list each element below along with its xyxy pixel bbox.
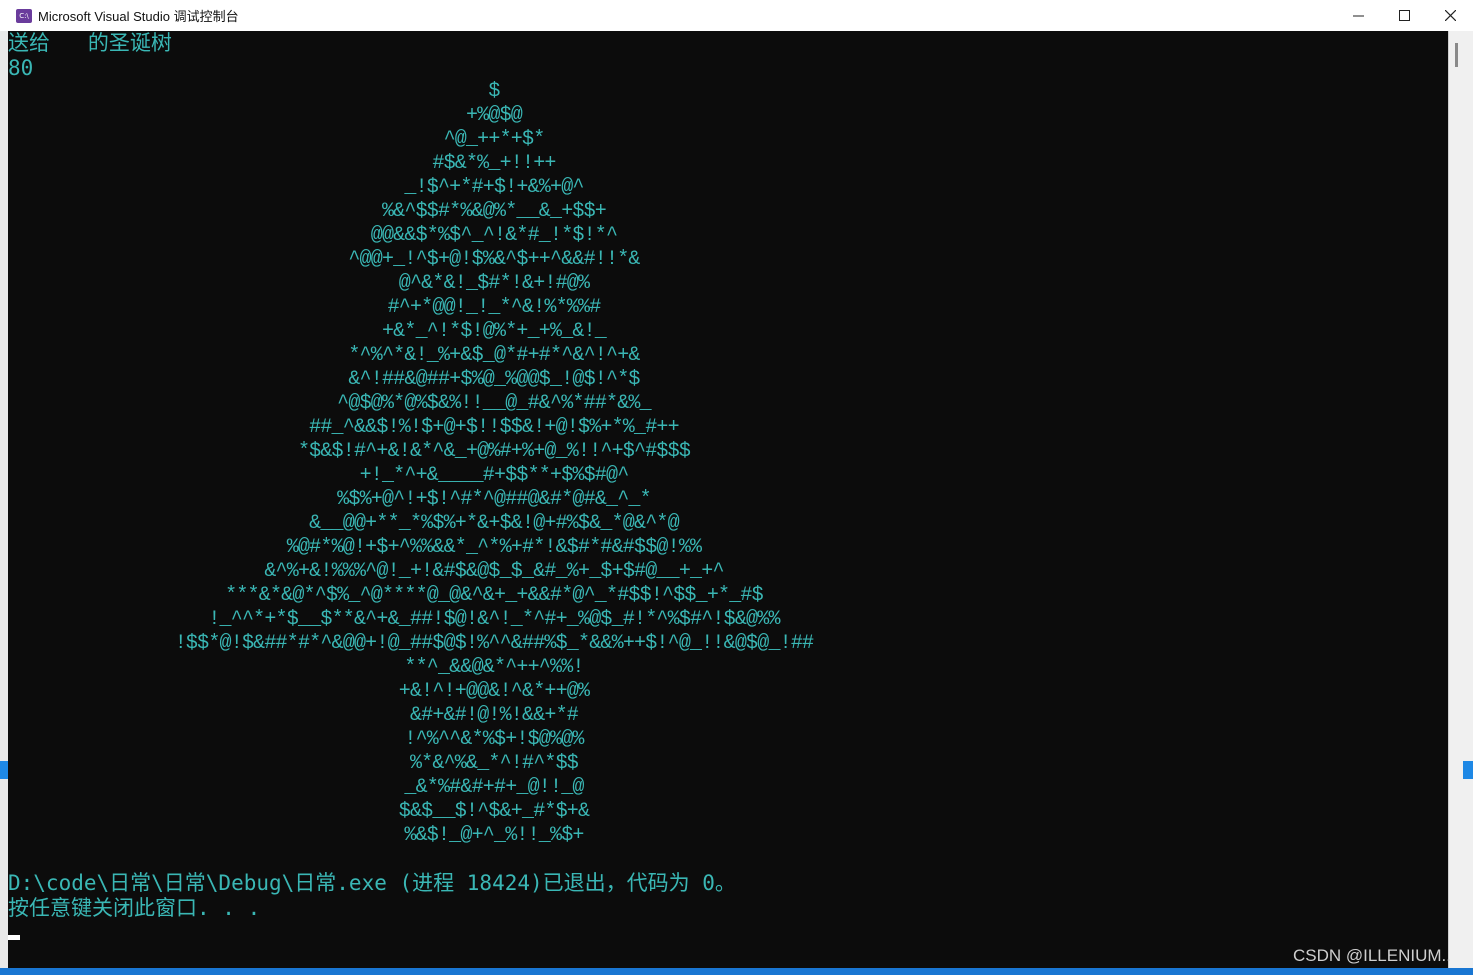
tree-row: %*&^%&_*^!#^*$$: [409, 752, 579, 775]
tree-row: %&^$$#*%&@%*__&_+$$+: [381, 200, 607, 223]
tree-row: %@#*%@!+$+^%%&&*_^*%+#*!&$#*#&#$$@!%%: [286, 536, 702, 559]
tree-row: +%@$@: [465, 104, 523, 127]
tree-row: $: [488, 80, 500, 103]
tree-row: @@&&$*%$^_^!&*#_!*$!*^: [370, 224, 618, 247]
tree-row: &__@@+**_*%$%+*&+$&!@+#%$&_*@&^*@: [309, 512, 679, 535]
tree-row: ^@$@%*@%$&%!!__@_#&^%*##*&%_: [337, 392, 651, 415]
tree-row: #$&*%_+!!++: [432, 152, 556, 175]
tree-row: **^_&&@&*^++^%%!: [404, 656, 584, 679]
tree-row: ##_^&&$!%!$+@+$!!$$&!+@!$%+*%_#++: [309, 416, 679, 439]
tree-row: !^%^^&*%$+!$@%@%: [404, 728, 584, 751]
tree-row: +!_*^+&____#+$$**+$%$#@^: [359, 464, 630, 487]
csdn-watermark: CSDN @ILLENIUM..: [1292, 946, 1451, 965]
tree-row: _!$^+*#+$!+&%+@^: [404, 176, 584, 199]
scrollbar-thumb[interactable]: [1455, 43, 1458, 67]
tree-row: &^%+&!%%%^@!_+!&#$&@$_$_&#_%+_$+$#@__+_+…: [264, 560, 724, 583]
tree-row: +&*_^!*$!@%*+_+%_&!_: [381, 320, 607, 343]
tree-row: %$%+@^!+$!^#*^@##@&#*@#&_^_*: [337, 488, 651, 511]
console-number-line: 80: [8, 56, 34, 80]
tree-row: ^@_++*+$*: [443, 128, 546, 151]
maximize-icon: [1398, 9, 1410, 21]
close-icon: [1444, 9, 1456, 21]
tree-row: &#+&#!@!%!&&+*#: [409, 704, 579, 727]
tree-row: *^%^*&!_%+&$_@*#+#*^&^!^+&: [348, 344, 640, 367]
maximize-button[interactable]: [1381, 0, 1427, 30]
tree-row: #^+*@@!_!_*^&!%*%%#: [387, 296, 602, 319]
text-cursor: [8, 935, 20, 940]
tree-row: ^@@+_!^$+@!$%&^$++^&&#!!*&: [348, 248, 640, 271]
minimize-button[interactable]: [1335, 0, 1381, 30]
tree-row: $&$__$!^$&+_#*$+&: [398, 800, 590, 823]
console-exit-line: D:\code\日常\日常\Debug\日常.exe (进程 18424)已退出…: [8, 871, 736, 895]
window-title: Microsoft Visual Studio 调试控制台: [38, 9, 239, 24]
tree-row: _&*%#&#+#+_@!!_@: [404, 776, 584, 799]
tree-row: @^&*&!_$#*!&+!#@%: [398, 272, 590, 295]
tree-row: !_^^*+*$__$**&^+&_##!$@!&^!_*^#+_%@$_#!*…: [208, 608, 780, 631]
console-prompt-line: 按任意键关闭此窗口. . .: [8, 896, 261, 920]
console-output[interactable]: 送给 的圣诞树 80 $ +%@$@ ^@_++*+$* #$&*%_+!!++ _!$…: [8, 31, 1448, 968]
editor-marker: [0, 761, 8, 779]
console-header-line: 送给 的圣诞树: [8, 31, 172, 55]
tree-row: %&$!_@+^_%!!_%$+: [404, 824, 584, 847]
vertical-scrollbar[interactable]: [1448, 31, 1473, 968]
background-editor-strip-left: [0, 31, 8, 968]
visual-studio-console-icon: C:\: [16, 8, 32, 23]
tree-row: !$$*@!$&##*#*^&@@+!@_##$@$!%^^&##%$_*&&%…: [174, 632, 814, 655]
window-controls: [1335, 0, 1473, 30]
window-titlebar[interactable]: C:\ Microsoft Visual Studio 调试控制台: [0, 0, 1473, 32]
status-bar: [0, 968, 1473, 975]
minimize-icon: [1352, 15, 1364, 16]
editor-marker-right: [1463, 761, 1473, 779]
close-button[interactable]: [1427, 0, 1473, 30]
tree-row: ***&*&@*^$%_^@****@_@&^&+_+&&#*@^_*#$$!^…: [225, 584, 764, 607]
tree-row: *$&$!#^+&!&*^&_+@%#+%+@_%!!^+$^#$$$: [297, 440, 691, 463]
tree-row: &^!##&@##+$%@_%@@$_!@$!^*$: [348, 368, 640, 391]
tree-row: +&!^!+@@&!^&*++@%: [398, 680, 590, 703]
